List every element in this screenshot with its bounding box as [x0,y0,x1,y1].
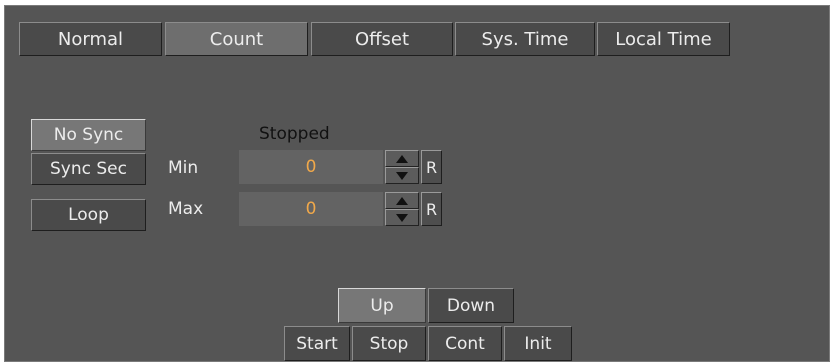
start-button[interactable]: Start [284,326,350,361]
max-label: Max [168,199,204,219]
tab-offset[interactable]: Offset [311,22,453,56]
max-decrement-button[interactable] [385,209,419,226]
no-sync-button[interactable]: No Sync [31,119,146,151]
up-button[interactable]: Up [338,288,426,323]
tab-sys-time[interactable]: Sys. Time [455,22,595,56]
tab-local-time[interactable]: Local Time [597,22,730,56]
status-label: Stopped [259,124,330,144]
tab-normal[interactable]: Normal [19,22,162,56]
tab-count[interactable]: Count [165,22,308,56]
arrow-up-icon [396,155,408,163]
max-spinner[interactable] [385,192,419,226]
arrow-down-icon [396,214,408,222]
stop-button[interactable]: Stop [352,326,426,361]
min-value-field[interactable]: 0 [239,150,383,184]
arrow-up-icon [396,197,408,205]
sync-sec-button[interactable]: Sync Sec [31,153,146,185]
down-button[interactable]: Down [428,288,514,323]
max-increment-button[interactable] [385,192,419,209]
min-increment-button[interactable] [385,150,419,167]
arrow-down-icon [396,172,408,180]
max-reset-button[interactable]: R [421,192,442,226]
cont-button[interactable]: Cont [428,326,502,361]
max-value-field[interactable]: 0 [239,192,383,226]
min-reset-button[interactable]: R [421,150,442,184]
loop-button[interactable]: Loop [31,199,146,231]
min-spinner[interactable] [385,150,419,184]
min-label: Min [168,158,199,178]
counter-panel: Normal Count Offset Sys. Time Local Time… [4,5,830,362]
min-decrement-button[interactable] [385,167,419,184]
init-button[interactable]: Init [504,326,572,361]
